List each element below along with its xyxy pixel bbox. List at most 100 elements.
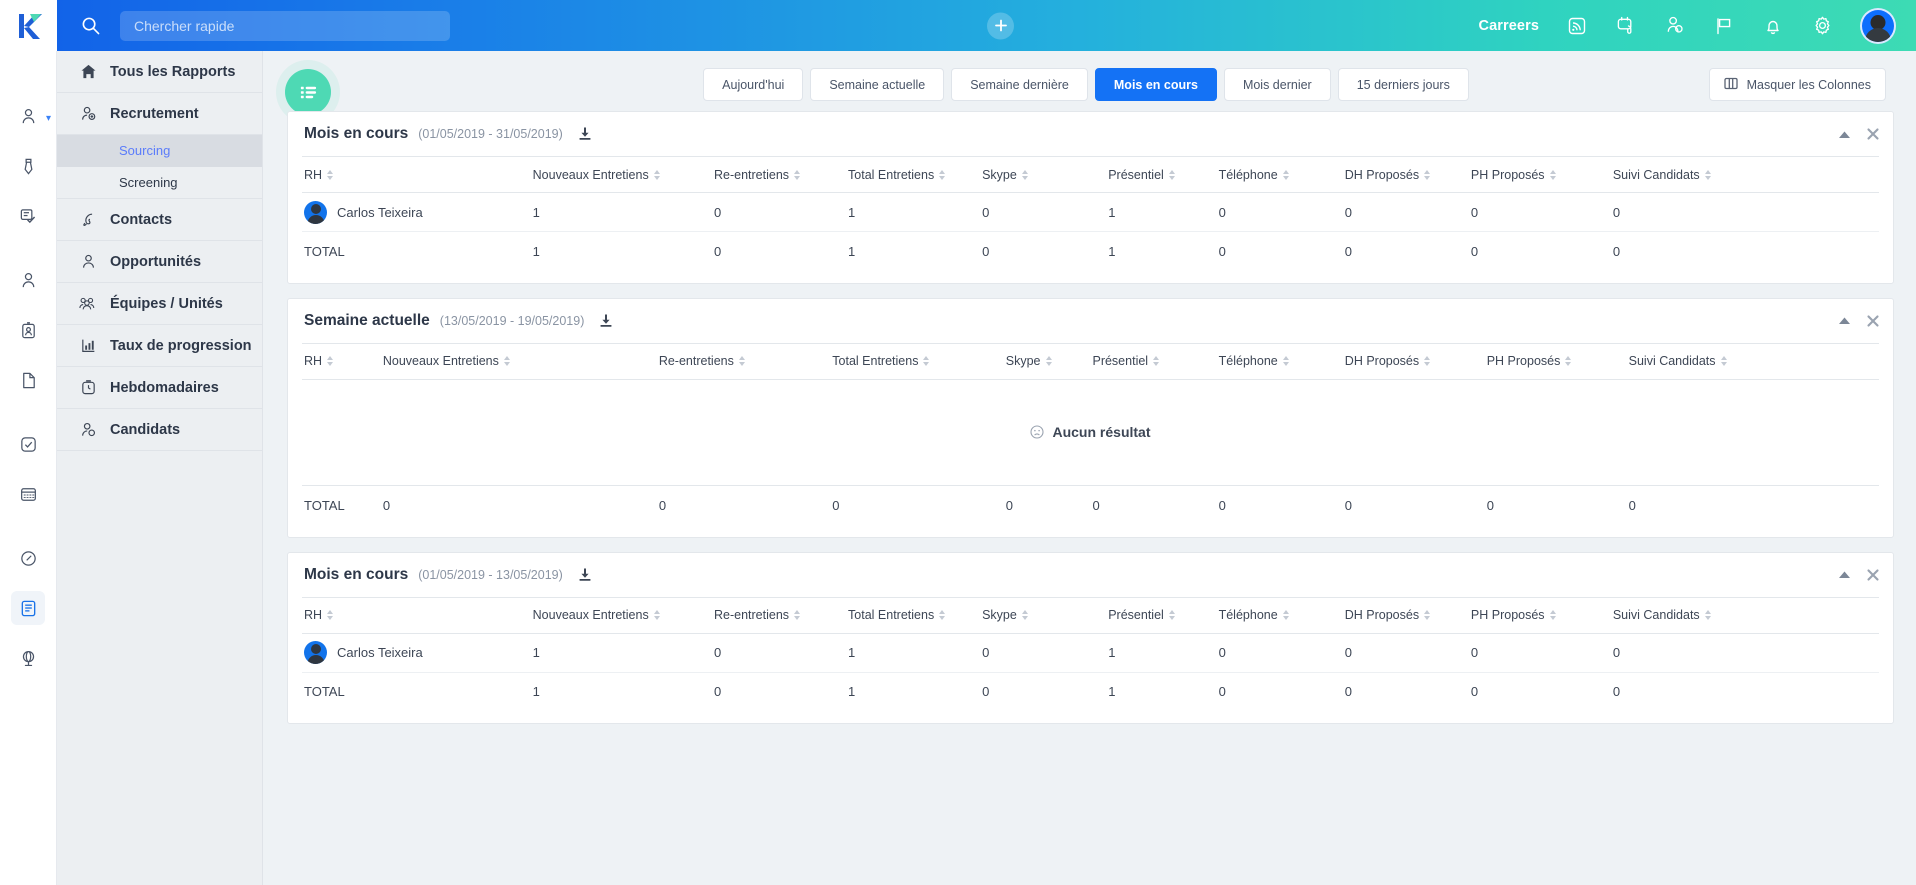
hide-columns-button[interactable]: Masquer les Colonnes xyxy=(1709,68,1886,101)
col-total-entretiens[interactable]: Total Entretiens xyxy=(846,157,980,193)
filter-tab-aujourdhui[interactable]: Aujourd'hui xyxy=(703,68,803,101)
filter-tab-mois-en-cours[interactable]: Mois en cours xyxy=(1095,68,1217,101)
close-icon[interactable] xyxy=(1867,569,1879,581)
sidebar-item-equipes-unites[interactable]: Équipes / Unités xyxy=(57,283,262,325)
filter-tab-semaine-actuelle[interactable]: Semaine actuelle xyxy=(810,68,944,101)
avatar[interactable] xyxy=(1860,8,1896,44)
col-ph-proposes[interactable]: PH Proposés xyxy=(1485,343,1627,379)
search-icon[interactable] xyxy=(81,16,100,35)
col-suivi-candidats[interactable]: Suivi Candidats xyxy=(1611,597,1879,633)
sidebar-label: Opportunités xyxy=(110,254,201,270)
collapse-icon[interactable] xyxy=(1838,570,1851,579)
add-button[interactable] xyxy=(987,12,1014,39)
flag-icon[interactable] xyxy=(1713,15,1735,37)
rail-item-calendar-grid[interactable] xyxy=(11,477,45,511)
rail-item-person[interactable] xyxy=(11,263,45,297)
card-header: Mois en cours (01/05/2019 - 31/05/2019) xyxy=(288,112,1893,156)
col-nouveaux-entretiens[interactable]: Nouveaux Entretiens xyxy=(381,343,657,379)
col-rh[interactable]: RH xyxy=(302,343,381,379)
col-presentiel[interactable]: Présentiel xyxy=(1106,597,1216,633)
gauge-icon xyxy=(19,549,38,568)
table-row[interactable]: Carlos Teixeira 1 0 1 0 1 0 0 0 0 xyxy=(302,193,1879,232)
col-rh[interactable]: RH xyxy=(302,157,531,193)
sort-icon xyxy=(1283,170,1289,180)
document-icon xyxy=(19,371,38,390)
filter-tab-mois-dernier[interactable]: Mois dernier xyxy=(1224,68,1331,101)
sidebar-item-opportunites[interactable]: Opportunités xyxy=(57,241,262,283)
rail-item-report[interactable] xyxy=(11,591,45,625)
sort-icon xyxy=(1424,170,1430,180)
col-total-entretiens[interactable]: Total Entretiens xyxy=(846,597,980,633)
filter-tab-15-derniers-jours[interactable]: 15 derniers jours xyxy=(1338,68,1469,101)
collapse-icon[interactable] xyxy=(1838,316,1851,325)
filter-tab-semaine-derniere[interactable]: Semaine dernière xyxy=(951,68,1088,101)
rail-item-document[interactable] xyxy=(11,363,45,397)
total-value: 1 xyxy=(1106,232,1216,271)
download-icon[interactable] xyxy=(577,126,593,142)
rail-item-gauge[interactable] xyxy=(11,541,45,575)
col-telephone[interactable]: Téléphone xyxy=(1217,343,1343,379)
rss-icon[interactable] xyxy=(1566,15,1588,37)
col-ph-proposes[interactable]: PH Proposés xyxy=(1469,157,1611,193)
sidebar-item-contacts[interactable]: Contacts xyxy=(57,199,262,241)
globe-icon xyxy=(19,649,38,668)
col-re-entretiens[interactable]: Re-entretiens xyxy=(712,597,846,633)
sidebar-label: Tous les Rapports xyxy=(110,64,235,80)
col-rh[interactable]: RH xyxy=(302,597,531,633)
rail-item-checklist[interactable] xyxy=(11,199,45,233)
col-presentiel[interactable]: Présentiel xyxy=(1106,157,1216,193)
sidebar-subitem-screening[interactable]: Screening xyxy=(57,167,262,199)
total-value: 1 xyxy=(531,232,712,271)
col-total-entretiens[interactable]: Total Entretiens xyxy=(830,343,1003,379)
sidebar-subitem-sourcing[interactable]: Sourcing xyxy=(57,135,262,167)
gear-icon[interactable] xyxy=(1811,15,1833,37)
col-suivi-candidats[interactable]: Suivi Candidats xyxy=(1611,157,1879,193)
rail-item-task-check[interactable] xyxy=(11,427,45,461)
download-icon[interactable] xyxy=(598,313,614,329)
empty-message: Aucun résultat xyxy=(1052,424,1150,440)
total-value: 1 xyxy=(846,672,980,711)
total-value: 0 xyxy=(657,486,830,525)
close-icon[interactable] xyxy=(1867,128,1879,140)
total-value: 1 xyxy=(846,232,980,271)
sidebar-item-taux-de-progression[interactable]: Taux de progression xyxy=(57,325,262,367)
careers-link[interactable]: Carreers xyxy=(1479,18,1539,34)
col-skype[interactable]: Skype xyxy=(1004,343,1091,379)
rail-item-tie[interactable] xyxy=(11,149,45,183)
sidebar-item-tous-les-rapports[interactable]: Tous les Rapports xyxy=(57,51,262,93)
col-nouveaux-entretiens[interactable]: Nouveaux Entretiens xyxy=(531,597,712,633)
col-re-entretiens[interactable]: Re-entretiens xyxy=(712,157,846,193)
bell-icon[interactable] xyxy=(1762,15,1784,37)
col-skype[interactable]: Skype xyxy=(980,157,1106,193)
total-value: 0 xyxy=(1611,672,1879,711)
table-row[interactable]: Carlos Teixeira 1 0 1 0 1 0 0 0 0 xyxy=(302,633,1879,672)
search-input[interactable] xyxy=(120,11,450,41)
col-ph-proposes[interactable]: PH Proposés xyxy=(1469,597,1611,633)
close-icon[interactable] xyxy=(1867,315,1879,327)
users-icon[interactable] xyxy=(1664,15,1686,37)
rail-item-globe[interactable] xyxy=(11,641,45,675)
col-telephone[interactable]: Téléphone xyxy=(1217,157,1343,193)
download-icon[interactable] xyxy=(577,567,593,583)
cell-value: 0 xyxy=(1611,193,1879,232)
col-dh-proposes[interactable]: DH Proposés xyxy=(1343,157,1469,193)
rh-name: Carlos Teixeira xyxy=(337,205,423,220)
calendar-icon[interactable] xyxy=(1615,15,1637,37)
col-presentiel[interactable]: Présentiel xyxy=(1090,343,1216,379)
sidebar-item-recrutement[interactable]: Recrutement xyxy=(57,93,262,135)
col-nouveaux-entretiens[interactable]: Nouveaux Entretiens xyxy=(531,157,712,193)
col-suivi-candidats[interactable]: Suivi Candidats xyxy=(1627,343,1879,379)
col-telephone[interactable]: Téléphone xyxy=(1217,597,1343,633)
col-dh-proposes[interactable]: DH Proposés xyxy=(1343,343,1485,379)
app-logo[interactable] xyxy=(0,0,57,51)
cell-rh: Carlos Teixeira xyxy=(302,633,531,672)
sidebar-item-candidats[interactable]: Candidats xyxy=(57,409,262,451)
col-dh-proposes[interactable]: DH Proposés xyxy=(1343,597,1469,633)
rail-item-id-badge[interactable] xyxy=(11,313,45,347)
collapse-icon[interactable] xyxy=(1838,130,1851,139)
total-label: TOTAL xyxy=(302,486,381,525)
col-skype[interactable]: Skype xyxy=(980,597,1106,633)
col-re-entretiens[interactable]: Re-entretiens xyxy=(657,343,830,379)
rail-item-user-dropdown[interactable]: ▾ xyxy=(11,99,45,133)
sidebar-item-hebdomadaires[interactable]: Hebdomadaires xyxy=(57,367,262,409)
